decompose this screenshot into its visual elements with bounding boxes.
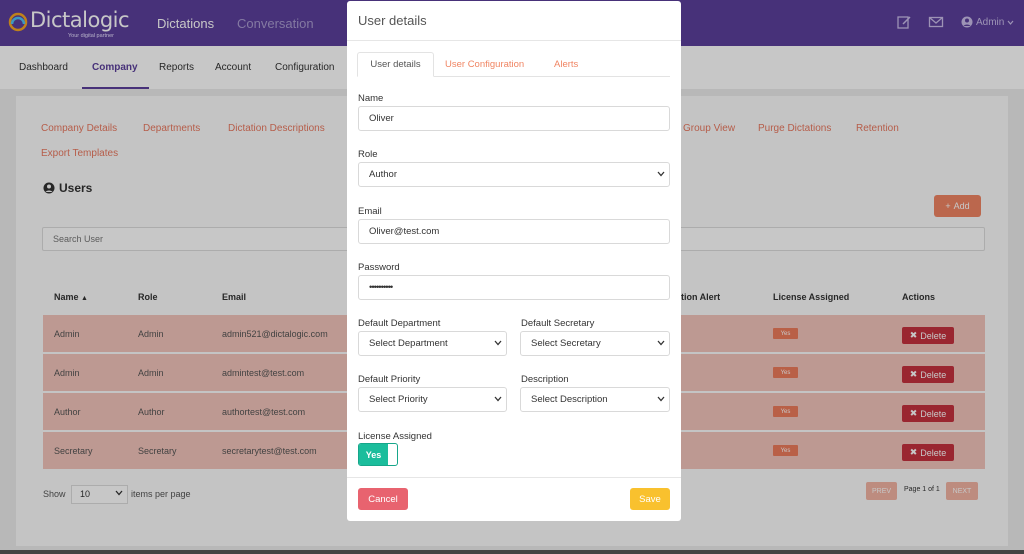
priority-select[interactable]: Select Priority xyxy=(358,387,507,412)
chevron-down-icon xyxy=(657,396,665,402)
save-button[interactable]: Save xyxy=(630,488,670,510)
license-toggle-on: Yes xyxy=(359,444,388,465)
tab-user-configuration[interactable]: User Configuration xyxy=(445,59,524,70)
description-select[interactable]: Select Description xyxy=(520,387,670,412)
priority-label: Default Priority xyxy=(358,374,421,385)
chevron-down-icon xyxy=(494,396,502,402)
role-select[interactable]: Author xyxy=(358,162,670,187)
chevron-down-icon xyxy=(494,340,502,346)
password-label: Password xyxy=(358,262,400,273)
name-input[interactable]: Oliver xyxy=(358,106,670,131)
license-label: License Assigned xyxy=(358,431,432,442)
tab-alerts[interactable]: Alerts xyxy=(554,59,578,70)
password-input[interactable]: •••••••••• xyxy=(358,275,670,300)
footer-divider xyxy=(347,477,681,478)
bottom-strip xyxy=(0,550,1024,554)
role-label: Role xyxy=(358,149,378,160)
modal-title: User details xyxy=(358,13,427,28)
department-label: Default Department xyxy=(358,318,441,329)
chevron-down-icon xyxy=(657,171,665,177)
email-label: Email xyxy=(358,206,382,217)
modal-header: User details xyxy=(347,1,681,41)
secretary-select[interactable]: Select Secretary xyxy=(520,331,670,356)
chevron-down-icon xyxy=(657,340,665,346)
name-label: Name xyxy=(358,93,384,104)
tab-user-details[interactable]: User details xyxy=(357,52,434,77)
department-select[interactable]: Select Department xyxy=(358,331,507,356)
secretary-label: Default Secretary xyxy=(521,318,595,329)
email-input[interactable]: Oliver@test.com xyxy=(358,219,670,244)
user-details-modal: User details User details User Configura… xyxy=(347,1,681,521)
cancel-button[interactable]: Cancel xyxy=(358,488,408,510)
description-label: Description xyxy=(521,374,569,385)
license-toggle[interactable]: Yes xyxy=(358,443,398,466)
